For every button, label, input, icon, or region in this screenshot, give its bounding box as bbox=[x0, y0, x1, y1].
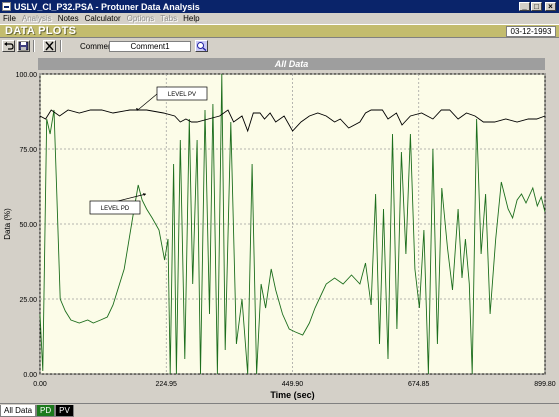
menu-bar: File Analysis Notes Calculator Options T… bbox=[0, 13, 559, 24]
close-window-button[interactable]: × bbox=[545, 2, 556, 11]
app-icon[interactable] bbox=[2, 2, 11, 11]
x-tick-label: 449.90 bbox=[282, 381, 304, 388]
tab-pd[interactable]: PD bbox=[36, 405, 56, 417]
data-plot-chart[interactable]: 100.00 75.00 50.00 25.00 0.00 0.00 224.95 449.9… bbox=[0, 56, 559, 403]
undo-button[interactable] bbox=[2, 40, 15, 52]
window-title: USLV_CI_P32.PSA - Protuner Data Analysis bbox=[14, 1, 200, 12]
zoom-button[interactable] bbox=[195, 40, 208, 52]
y-axis-label: Data (%) bbox=[3, 208, 12, 240]
minimize-button[interactable]: _ bbox=[519, 2, 530, 11]
close-icon bbox=[45, 41, 54, 51]
menu-options[interactable]: Options bbox=[124, 14, 158, 23]
menu-tabs[interactable]: Tabs bbox=[157, 14, 180, 23]
header-banner: DATA PLOTS 03-12-1993 bbox=[0, 24, 559, 38]
tab-all-data[interactable]: All Data bbox=[0, 405, 37, 417]
menu-help[interactable]: Help bbox=[180, 14, 202, 23]
menu-file[interactable]: File bbox=[0, 14, 19, 23]
chart-frame: 100.00 75.00 50.00 25.00 0.00 0.00 224.95 449.9… bbox=[0, 56, 559, 403]
x-tick-label: 899.80 bbox=[534, 381, 556, 388]
menu-notes[interactable]: Notes bbox=[55, 14, 82, 23]
y-tick-label: 50.00 bbox=[19, 222, 37, 229]
plot-title: All Data bbox=[38, 58, 545, 70]
comment-input[interactable] bbox=[109, 41, 191, 52]
date-field: 03-12-1993 bbox=[506, 26, 556, 37]
toolbar: Comment bbox=[0, 38, 559, 54]
tab-pv[interactable]: PV bbox=[55, 405, 74, 417]
x-tick-label: 0.00 bbox=[33, 381, 47, 388]
save-button[interactable] bbox=[17, 40, 30, 52]
menu-analysis[interactable]: Analysis bbox=[19, 14, 55, 23]
delete-button[interactable] bbox=[43, 40, 56, 52]
toolbar-separator bbox=[33, 40, 35, 52]
undo-icon bbox=[4, 42, 14, 50]
y-tick-label: 75.00 bbox=[19, 147, 37, 154]
save-icon bbox=[18, 41, 29, 51]
toolbar-separator bbox=[60, 40, 62, 52]
maximize-button[interactable]: □ bbox=[531, 2, 542, 11]
menu-calculator[interactable]: Calculator bbox=[82, 14, 124, 23]
annotation-label: LEVEL PV bbox=[168, 92, 196, 98]
x-tick-label: 674.85 bbox=[408, 381, 430, 388]
annotation-label: LEVEL PD bbox=[101, 206, 130, 212]
page-title: DATA PLOTS bbox=[5, 25, 77, 37]
x-axis-label: Time (sec) bbox=[270, 390, 314, 400]
y-tick-label: 0.00 bbox=[23, 372, 37, 379]
y-tick-label: 25.00 bbox=[19, 297, 37, 304]
zoom-icon bbox=[197, 42, 207, 51]
y-tick-label: 100.00 bbox=[16, 72, 38, 79]
window-titlebar: USLV_CI_P32.PSA - Protuner Data Analysis… bbox=[0, 0, 559, 13]
x-tick-label: 224.95 bbox=[156, 381, 178, 388]
tab-bar: All Data PD PV bbox=[0, 403, 559, 417]
